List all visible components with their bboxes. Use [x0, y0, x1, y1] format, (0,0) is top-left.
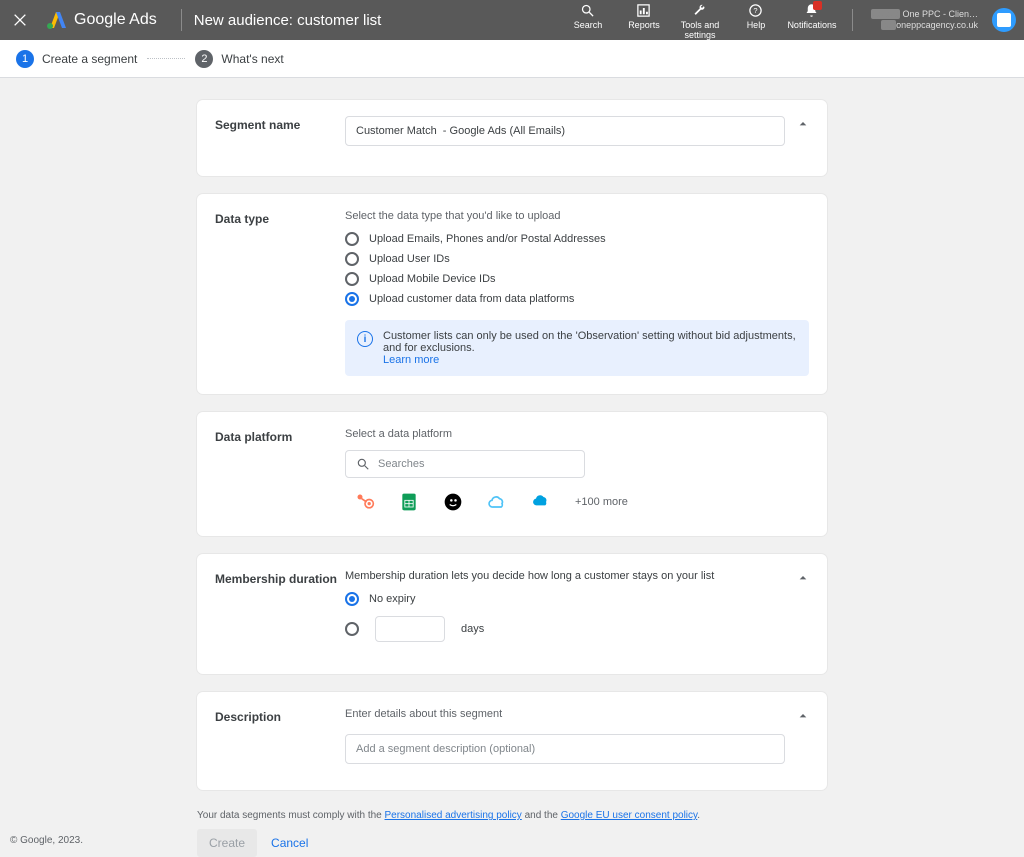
header-notifications-label: Notifications: [787, 21, 836, 31]
create-button[interactable]: Create: [197, 829, 257, 857]
close-button[interactable]: [8, 8, 32, 32]
radio-icon: [345, 622, 359, 636]
radio-icon: [345, 252, 359, 266]
step-create-segment[interactable]: 1 Create a segment: [16, 50, 137, 68]
radio-upload-data-platforms[interactable]: Upload customer data from data platforms: [345, 292, 809, 306]
reports-icon: [636, 2, 651, 20]
sheets-icon[interactable]: [399, 492, 419, 512]
google-ads-logo: [44, 8, 68, 32]
info-banner: i Customer lists can only be used on the…: [345, 320, 809, 376]
svg-text:?: ?: [754, 6, 758, 15]
tools-icon: [692, 2, 707, 20]
help-icon: ?: [748, 2, 763, 20]
segment-name-card: Segment name: [197, 100, 827, 176]
collapse-toggle[interactable]: [793, 114, 813, 134]
cloud-icon[interactable]: [487, 492, 507, 512]
membership-label: Membership duration: [215, 570, 345, 648]
step-1-number: 1: [16, 50, 34, 68]
description-help: Enter details about this segment: [345, 708, 809, 720]
policy-link-advertising[interactable]: Personalised advertising policy: [385, 810, 522, 821]
header-tools-label: Tools and settings: [672, 21, 728, 41]
radio-upload-user-ids[interactable]: Upload User IDs: [345, 252, 809, 266]
radio-label: Upload Emails, Phones and/or Postal Addr…: [369, 233, 606, 245]
header-notifications-button[interactable]: Notifications: [784, 0, 840, 31]
days-suffix: days: [461, 623, 484, 635]
info-text: Customer lists can only be used on the '…: [383, 330, 796, 354]
learn-more-link[interactable]: Learn more: [383, 354, 439, 366]
more-platforms-text: +100 more: [575, 496, 628, 508]
platform-search-field[interactable]: [378, 458, 574, 470]
data-platform-label: Data platform: [215, 428, 345, 512]
info-icon: i: [357, 331, 373, 347]
step-1-label: Create a segment: [42, 52, 137, 66]
header-help-label: Help: [747, 21, 766, 31]
search-icon: [580, 2, 595, 20]
step-connector: [147, 58, 185, 59]
radio-icon: [345, 292, 359, 306]
description-label: Description: [215, 708, 345, 764]
header-reports-label: Reports: [628, 21, 660, 31]
salesforce-icon[interactable]: [531, 492, 551, 512]
radio-no-expiry[interactable]: No expiry: [345, 592, 809, 606]
radio-label: Upload User IDs: [369, 253, 450, 265]
policy-disclaimer: Your data segments must comply with the …: [197, 810, 827, 821]
collapse-toggle[interactable]: [793, 568, 813, 588]
copyright: © Google, 2023.: [10, 835, 83, 846]
collapse-toggle[interactable]: [793, 706, 813, 726]
page-title: New audience: customer list: [194, 12, 382, 29]
step-whats-next[interactable]: 2 What's next: [195, 50, 283, 68]
header-search-button[interactable]: Search: [560, 0, 616, 31]
hubspot-icon[interactable]: [355, 492, 375, 512]
header-search-label: Search: [574, 21, 603, 31]
data-platform-help: Select a data platform: [345, 428, 809, 440]
mailchimp-icon[interactable]: [443, 492, 463, 512]
radio-icon: [345, 592, 359, 606]
policy-link-eu-consent[interactable]: Google EU user consent policy: [561, 810, 698, 821]
description-input[interactable]: [345, 734, 785, 764]
account-line1: One PPC - Clien…: [902, 9, 978, 19]
data-type-help: Select the data type that you'd like to …: [345, 210, 809, 222]
search-icon: [356, 457, 370, 471]
step-2-number: 2: [195, 50, 213, 68]
header-help-button[interactable]: ? Help: [728, 0, 784, 31]
avatar[interactable]: [992, 8, 1016, 32]
divider: [852, 9, 853, 31]
notification-badge: [813, 1, 822, 10]
data-platform-card: Data platform Select a data platform +10…: [197, 412, 827, 536]
radio-days[interactable]: days: [345, 616, 809, 642]
days-input[interactable]: [375, 616, 445, 642]
radio-label: No expiry: [369, 593, 415, 605]
header-tools-button[interactable]: Tools and settings: [672, 0, 728, 40]
segment-name-input[interactable]: [345, 116, 785, 146]
membership-card: Membership duration Membership duration …: [197, 554, 827, 674]
data-type-card: Data type Select the data type that you'…: [197, 194, 827, 394]
step-2-label: What's next: [221, 52, 283, 66]
account-line2: oneppcagency.co.uk: [896, 20, 978, 30]
membership-help: Membership duration lets you decide how …: [345, 570, 809, 582]
brand-name: Google Ads: [74, 11, 157, 29]
segment-name-label: Segment name: [215, 116, 345, 146]
radio-label: Upload Mobile Device IDs: [369, 273, 496, 285]
radio-upload-mobile-ids[interactable]: Upload Mobile Device IDs: [345, 272, 809, 286]
bell-icon: [804, 2, 819, 20]
radio-icon: [345, 272, 359, 286]
platform-search-input[interactable]: [345, 450, 585, 478]
description-card: Description Enter details about this seg…: [197, 692, 827, 790]
radio-upload-emails[interactable]: Upload Emails, Phones and/or Postal Addr…: [345, 232, 809, 246]
cancel-button[interactable]: Cancel: [271, 836, 308, 850]
data-type-label: Data type: [215, 210, 345, 376]
divider: [181, 9, 182, 31]
header-reports-button[interactable]: Reports: [616, 0, 672, 31]
radio-icon: [345, 232, 359, 246]
radio-label: Upload customer data from data platforms: [369, 293, 574, 305]
account-switcher[interactable]: xxxxxx One PPC - Clien… xxxoneppcagency.…: [871, 8, 1016, 32]
